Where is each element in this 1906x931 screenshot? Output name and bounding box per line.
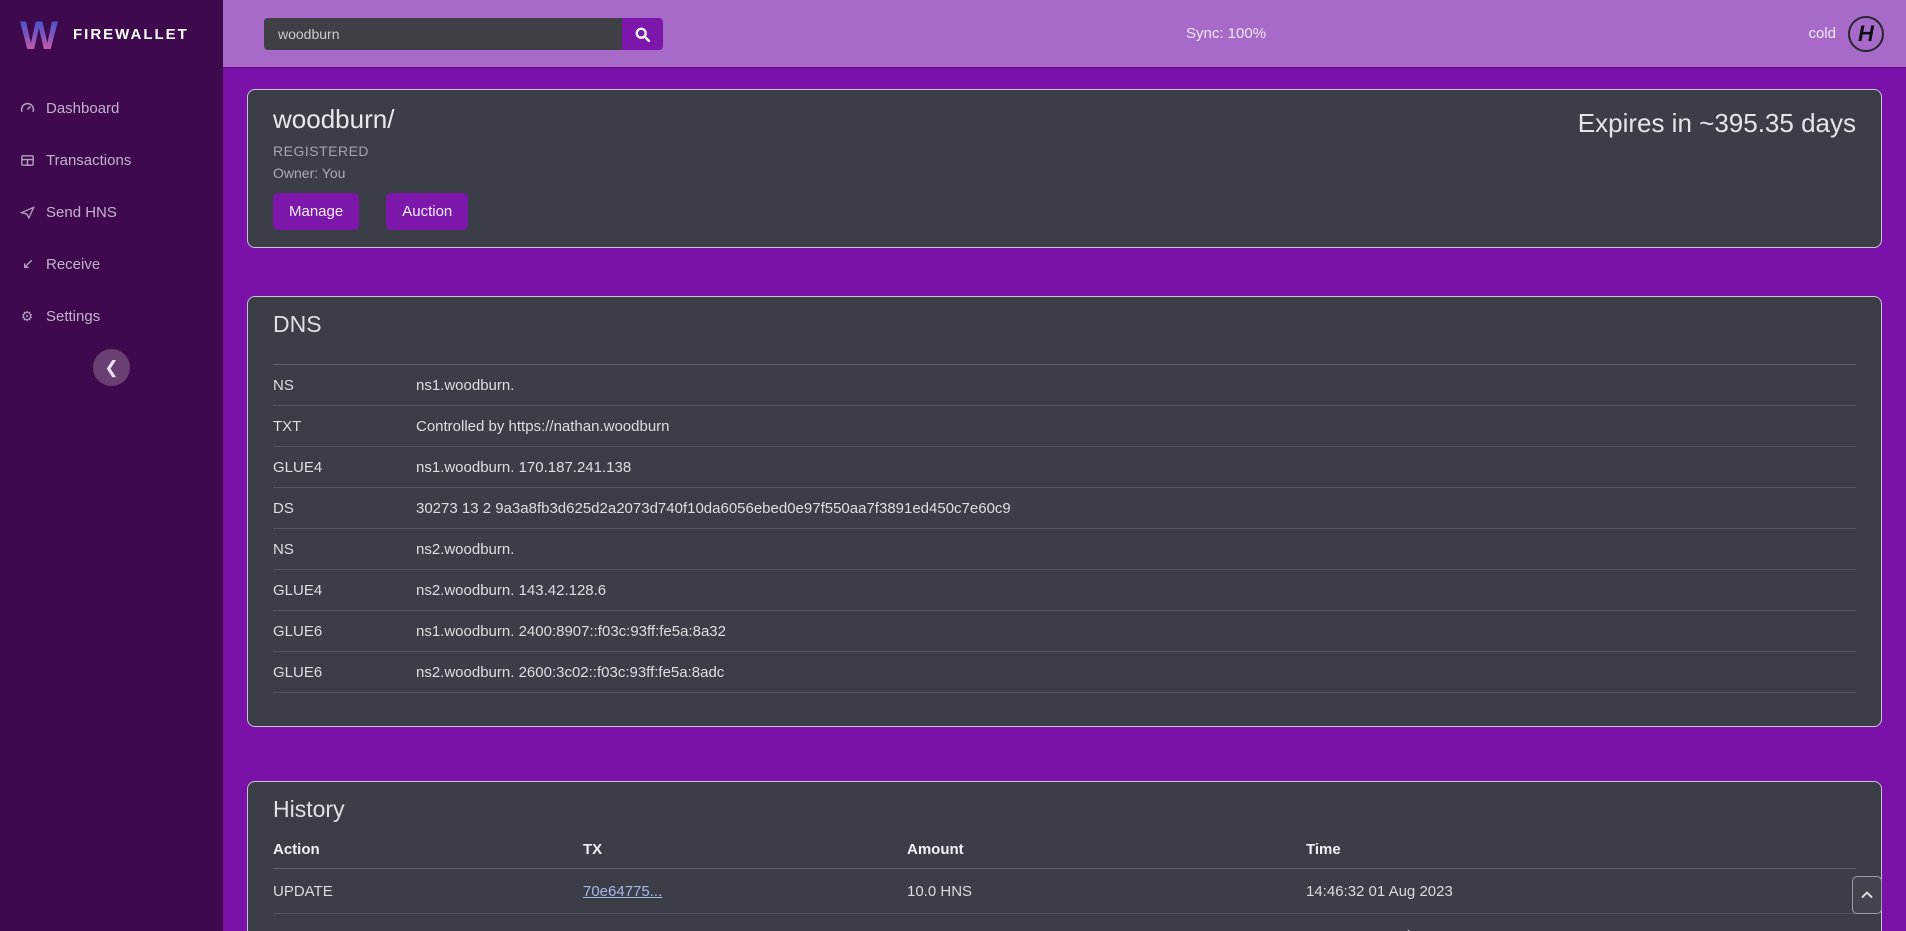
- dns-record-row: DS 30273 13 2 9a3a8fb3d625d2a2073d740f10…: [273, 488, 1856, 529]
- sidebar-collapse-button[interactable]: ❮: [93, 349, 130, 386]
- main-content: woodburn/ REGISTERED Owner: You Manage A…: [223, 67, 1906, 931]
- sidebar: W FIREWALLET Dashboard Transactions: [0, 0, 223, 931]
- domain-card: woodburn/ REGISTERED Owner: You Manage A…: [247, 89, 1882, 248]
- dns-record-value: ns2.woodburn. 2600:3c02::f03c:93ff:fe5a:…: [416, 664, 1856, 681]
- wallet-name: cold: [1808, 25, 1836, 42]
- sidebar-item-receive[interactable]: Receive: [0, 238, 223, 290]
- dns-record-type: NS: [273, 541, 416, 558]
- history-time: 15:47:06 07 Feb 2023: [1306, 928, 1856, 931]
- sidebar-item-label: Settings: [46, 308, 100, 325]
- dns-record-row: GLUE6 ns2.woodburn. 2600:3c02::f03c:93ff…: [273, 652, 1856, 693]
- receive-arrow-icon: [19, 256, 35, 272]
- dns-record-row: GLUE4 ns1.woodburn. 170.187.241.138: [273, 447, 1856, 488]
- dns-record-row: GLUE4 ns2.woodburn. 143.42.128.6: [273, 570, 1856, 611]
- send-icon: [19, 204, 35, 220]
- domain-actions: Manage Auction: [273, 193, 1856, 230]
- dns-card: DNS NS ns1.woodburn. TXT Controlled by h…: [247, 296, 1882, 727]
- dns-record-type: GLUE4: [273, 459, 416, 476]
- search-button[interactable]: [622, 18, 663, 50]
- chevron-up-icon: [1861, 891, 1873, 899]
- dns-record-value: 30273 13 2 9a3a8fb3d625d2a2073d740f10da6…: [416, 500, 1856, 517]
- dns-record-value: ns1.woodburn.: [416, 377, 1856, 394]
- dns-record-value: ns1.woodburn. 170.187.241.138: [416, 459, 1856, 476]
- sidebar-item-label: Send HNS: [46, 204, 117, 221]
- dns-record-type: GLUE6: [273, 623, 416, 640]
- svg-text:W: W: [20, 14, 58, 57]
- history-amount: 10.0 HNS: [907, 928, 1306, 931]
- dns-record-value: ns2.woodburn.: [416, 541, 1856, 558]
- chevron-left-icon: ❮: [104, 359, 118, 376]
- dns-record-value: ns1.woodburn. 2400:8907::f03c:93ff:fe5a:…: [416, 623, 1856, 640]
- sync-status: Sync: 100%: [1186, 0, 1266, 67]
- gear-icon: ⚙: [19, 308, 35, 324]
- history-header-tx: TX: [583, 841, 907, 858]
- domain-expiry: Expires in ~395.35 days: [1578, 108, 1856, 139]
- dns-record-type: NS: [273, 377, 416, 394]
- domain-status: REGISTERED: [273, 143, 1856, 159]
- dns-record-value: ns2.woodburn. 143.42.128.6: [416, 582, 1856, 599]
- history-header-time: Time: [1306, 841, 1856, 858]
- history-row: UPDATE 70e64775... 10.0 HNS 14:46:32 01 …: [273, 869, 1856, 914]
- firewallet-logo-icon: W: [18, 11, 60, 57]
- dns-record-row: NS ns2.woodburn.: [273, 529, 1856, 570]
- history-time: 14:46:32 01 Aug 2023: [1306, 883, 1856, 900]
- dns-record-row: NS ns1.woodburn.: [273, 365, 1856, 406]
- domain-owner: Owner: You: [273, 165, 1856, 181]
- history-card: History Action TX Amount Time UPDATE 70e…: [247, 781, 1882, 931]
- history-row: RENEW 478c9e1... 10.0 HNS 15:47:06 07 Fe…: [273, 914, 1856, 931]
- sidebar-item-label: Transactions: [46, 152, 131, 169]
- dns-title: DNS: [273, 311, 1856, 338]
- tx-link[interactable]: 70e64775...: [583, 883, 662, 900]
- dns-record-type: TXT: [273, 418, 416, 435]
- topbar: Sync: 100% cold H: [223, 0, 1906, 67]
- history-title: History: [273, 796, 1856, 823]
- brand: W FIREWALLET: [0, 0, 223, 58]
- dns-record-value: Controlled by https://nathan.woodburn: [416, 418, 1856, 435]
- sidebar-item-dashboard[interactable]: Dashboard: [0, 82, 223, 134]
- search-input[interactable]: [264, 18, 622, 50]
- history-header-row: Action TX Amount Time: [273, 841, 1856, 869]
- sidebar-item-settings[interactable]: ⚙ Settings: [0, 290, 223, 342]
- brand-name: FIREWALLET: [73, 26, 189, 43]
- dns-record-row: GLUE6 ns1.woodburn. 2400:8907::f03c:93ff…: [273, 611, 1856, 652]
- search-box: [264, 18, 663, 50]
- dns-table: NS ns1.woodburn. TXT Controlled by https…: [273, 364, 1856, 693]
- sidebar-item-label: Dashboard: [46, 100, 119, 117]
- sidebar-item-send-hns[interactable]: Send HNS: [0, 186, 223, 238]
- dns-record-type: DS: [273, 500, 416, 517]
- history-action: UPDATE: [273, 883, 583, 900]
- history-action: RENEW: [273, 928, 583, 931]
- sidebar-item-label: Receive: [46, 256, 100, 273]
- gauge-icon: [19, 100, 35, 116]
- tx-link[interactable]: 478c9e1...: [583, 928, 653, 931]
- wallet-area: cold H: [1808, 0, 1884, 67]
- dns-record-type: GLUE6: [273, 664, 416, 681]
- history-header-amount: Amount: [907, 841, 1306, 858]
- handshake-logo-icon[interactable]: H: [1848, 16, 1884, 52]
- sidebar-item-transactions[interactable]: Transactions: [0, 134, 223, 186]
- history-amount: 10.0 HNS: [907, 883, 1306, 900]
- auction-button[interactable]: Auction: [386, 193, 468, 230]
- search-icon: [634, 26, 651, 43]
- scroll-to-top-button[interactable]: [1852, 876, 1882, 914]
- table-icon: [19, 152, 35, 168]
- manage-button[interactable]: Manage: [273, 193, 359, 230]
- dns-record-type: GLUE4: [273, 582, 416, 599]
- dns-record-row: TXT Controlled by https://nathan.woodbur…: [273, 406, 1856, 447]
- sidebar-nav: Dashboard Transactions Send HNS: [0, 82, 223, 342]
- history-header-action: Action: [273, 841, 583, 858]
